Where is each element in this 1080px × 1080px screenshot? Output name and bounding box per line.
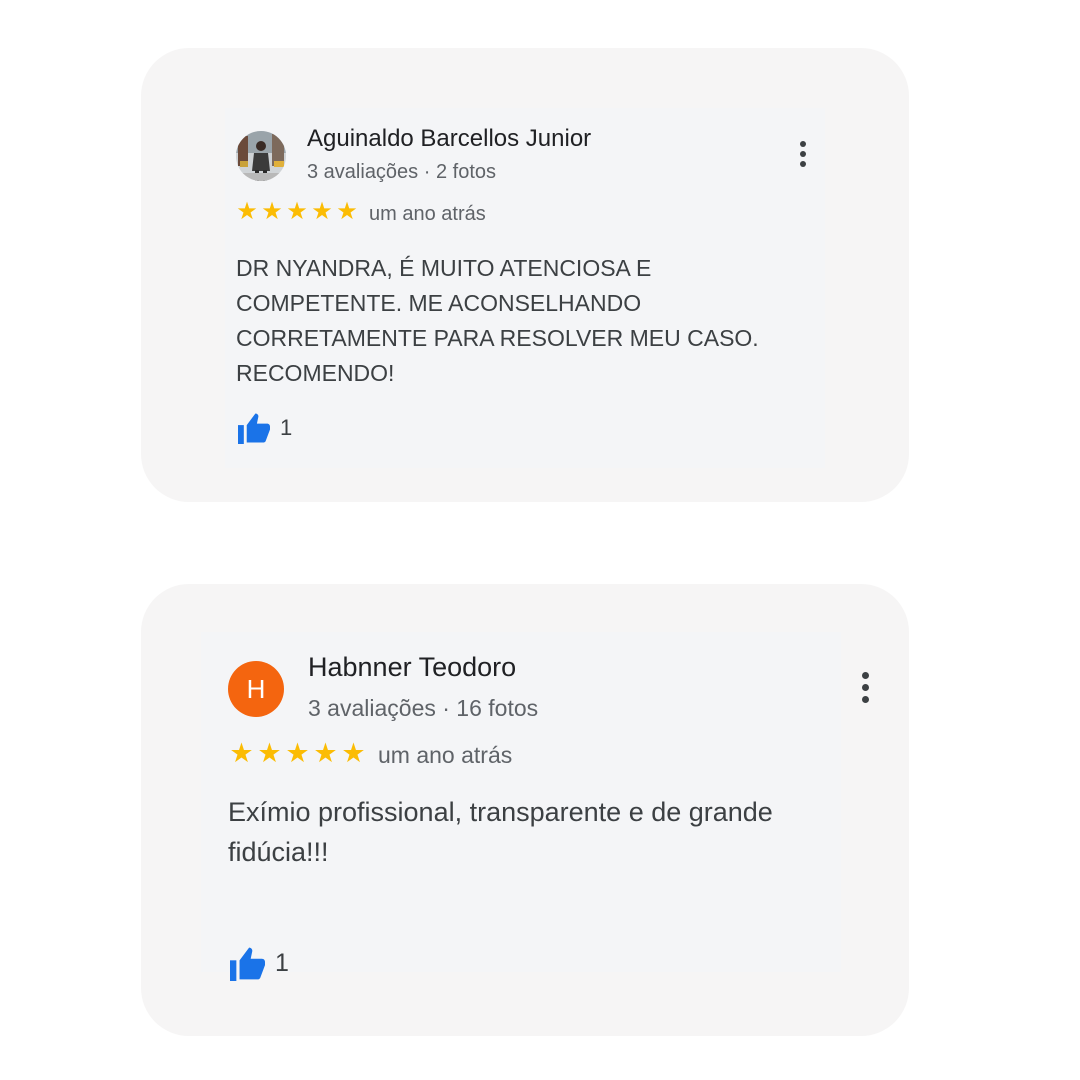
more-options-button[interactable] <box>795 141 811 167</box>
star-icon: ★ <box>336 198 358 225</box>
reviewer-meta: 3 avaliações · 2 fotos <box>307 161 496 183</box>
more-vert-icon <box>861 672 869 679</box>
reviewer-name[interactable]: Habnner Teodoro <box>308 652 516 683</box>
like-count: 1 <box>280 415 293 440</box>
like-button[interactable]: 1 <box>228 946 289 981</box>
star-rating: ★ ★ ★ ★ ★ <box>235 200 359 224</box>
star-icon: ★ <box>257 738 282 768</box>
star-icon: ★ <box>236 198 258 225</box>
review-card: H Habnner Teodoro 3 avaliações · 16 foto… <box>201 632 869 981</box>
review-date: um ano atrás <box>378 742 513 768</box>
review-text: Exímio profissional, transparente e de g… <box>228 797 773 867</box>
thumb-up-icon <box>238 413 270 444</box>
star-icon: ★ <box>285 738 310 768</box>
review-text: DR NYANDRA, É MUITO ATENCIOSA E COMPETEN… <box>236 255 759 386</box>
review-card-outer: H Habnner Teodoro 3 avaliações · 16 foto… <box>141 584 909 1036</box>
review-card: Aguinaldo Barcellos Junior 3 avaliações … <box>225 108 825 468</box>
avatar-photo-image <box>236 131 286 181</box>
more-options-button[interactable] <box>857 672 873 703</box>
like-button[interactable]: 1 <box>236 412 292 444</box>
star-icon: ★ <box>311 198 333 225</box>
star-rating: ★ ★ ★ ★ ★ <box>228 740 367 767</box>
reviewer-avatar[interactable] <box>236 131 286 181</box>
reviewer-avatar[interactable]: H <box>228 661 284 717</box>
star-icon: ★ <box>229 738 254 768</box>
thumb-up-icon <box>230 947 265 981</box>
star-icon: ★ <box>341 738 366 768</box>
like-count: 1 <box>275 949 289 977</box>
reviewer-name[interactable]: Aguinaldo Barcellos Junior <box>307 125 591 153</box>
review-card-outer: Aguinaldo Barcellos Junior 3 avaliações … <box>141 48 909 502</box>
reviewer-meta: 3 avaliações · 16 fotos <box>308 695 539 721</box>
review-date: um ano atrás <box>369 203 486 225</box>
more-vert-icon <box>800 141 806 147</box>
star-icon: ★ <box>313 738 338 768</box>
star-icon: ★ <box>286 198 308 225</box>
star-icon: ★ <box>261 198 283 225</box>
